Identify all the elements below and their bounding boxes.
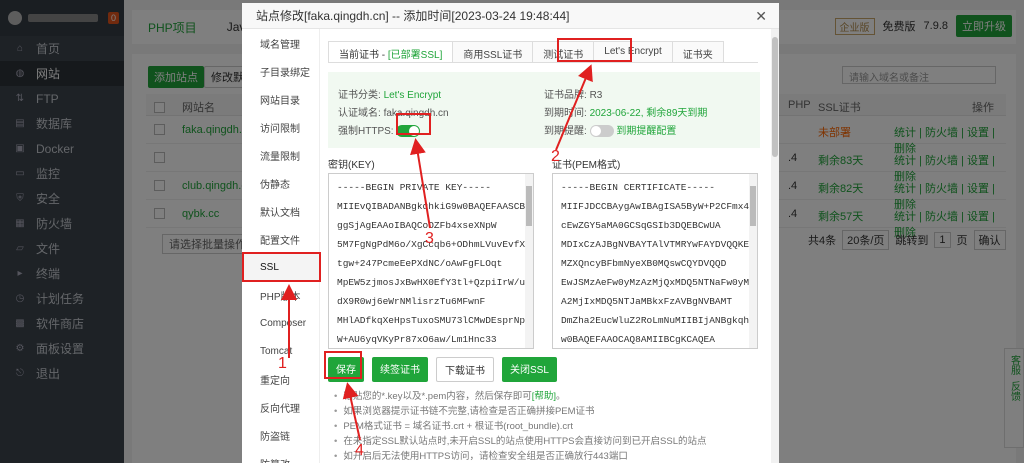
- annotation-box-save: [324, 351, 362, 379]
- modal-menu-item[interactable]: 域名管理: [242, 29, 319, 57]
- modal-menu-item[interactable]: 默认文档: [242, 197, 319, 225]
- cert-category-value: Let's Encrypt: [383, 90, 442, 101]
- help-link[interactable]: [帮助]: [532, 391, 556, 402]
- cert-brand: 证书品牌: R3: [544, 86, 602, 101]
- textarea-line: MZXQncyBFbmNyeXB0MQswCQYDVQQD: [561, 258, 727, 269]
- tip-item: 如果浏览器提示证书链不完整,请检查是否正确拼接PEM证书: [334, 404, 706, 419]
- annotation-number-1: 1: [278, 355, 287, 372]
- cert-expiry-label: 到期时间:: [544, 108, 587, 119]
- private-key-textarea[interactable]: -----BEGIN PRIVATE KEY----- MIIEvQIBADANB…: [328, 173, 534, 349]
- tip-text: 粘贴您的*.key以及*.pem内容，然后保存即可: [343, 391, 532, 402]
- textarea-line: DmZha2EucWluZ2RoLmNuMIIBIjANBgkqhkiG9: [561, 315, 758, 326]
- modal-menu-item[interactable]: 网站目录: [242, 85, 319, 113]
- cert-brand-label: 证书品牌:: [544, 90, 587, 101]
- textarea-line: -----BEGIN CERTIFICATE-----: [561, 182, 715, 193]
- modal-scrollbar-thumb[interactable]: [772, 37, 778, 157]
- modal-menu-item[interactable]: PHP版本: [242, 281, 319, 309]
- tip-item: 粘贴您的*.key以及*.pem内容，然后保存即可[帮助]。: [334, 389, 706, 404]
- modal-title: 站点修改[faka.qingdh.cn] -- 添加时间[2023-03-24 …: [242, 3, 779, 29]
- key-label: 密钥(KEY): [328, 160, 375, 171]
- cert-category-label: 证书分类:: [338, 90, 381, 101]
- tab-current-cert[interactable]: 当前证书 - [已部署SSL]: [328, 41, 454, 62]
- tab-commercial-ssl[interactable]: 商用SSL证书: [452, 41, 534, 62]
- expiry-remind-config-link[interactable]: 到期提醒配置: [616, 126, 676, 137]
- textarea-line: MIIEvQIBADANBgkqhkiG9w0BAQEFAASCBKcw: [337, 201, 534, 212]
- annotation-number-4: 4: [355, 442, 364, 459]
- modal-menu-item[interactable]: 子目录绑定: [242, 57, 319, 85]
- expiry-remind-label: 到期提醒:: [544, 126, 587, 137]
- textarea-line: W+AU6yqVKyPr87xO6aw/Lm1Hnc33: [337, 334, 497, 345]
- annotation-number-2: 2: [551, 148, 560, 165]
- annotation-box-ssl: [242, 252, 321, 282]
- tab-current-cert-label: 当前证书 -: [339, 50, 388, 61]
- close-ssl-button[interactable]: 关闭SSL: [502, 357, 557, 382]
- force-https-label: 强制HTTPS:: [338, 126, 394, 137]
- renew-cert-button[interactable]: 续签证书: [372, 357, 428, 382]
- textarea-line: w0BAQEFAAOCAQ8AMIIBCgKCAQEA: [561, 334, 715, 345]
- textarea-line: A2MjIxMDQ5NTJaMBkxFzAVBgNVBAMT: [561, 296, 733, 307]
- tab-current-cert-status: [已部署SSL]: [387, 50, 443, 61]
- download-cert-button[interactable]: 下载证书: [436, 357, 494, 382]
- modal-menu-item[interactable]: 防篡改: [242, 449, 319, 463]
- textarea-line: MpEW5zjmosJxBwHX0EfY3tl+QzpiIrW/u58Kvb: [337, 277, 534, 288]
- ssl-tips: 粘贴您的*.key以及*.pem内容，然后保存即可[帮助]。 如果浏览器提示证书…: [334, 389, 706, 463]
- textarea-line: cEwZGY5aMA0GCSqGSIb3DQEBCwUA: [561, 220, 721, 231]
- modal-menu-item[interactable]: 配置文件: [242, 225, 319, 253]
- modal-menu-item[interactable]: 反向代理: [242, 393, 319, 421]
- tip-item: PEM格式证书 = 域名证书.crt + 根证书(root_bundle).cr…: [334, 419, 706, 434]
- cert-domain-label: 认证域名:: [338, 108, 381, 119]
- textarea-line: dX9R0wj6eWrNMlisrzTu6MFwnF: [337, 296, 486, 307]
- expiry-remind-toggle[interactable]: [589, 125, 614, 138]
- modal-menu-item[interactable]: 防盗链: [242, 421, 319, 449]
- tip-item: 如开启后无法使用HTTPS访问，请检查安全组是否正确放行443端口: [334, 449, 706, 463]
- cert-brand-value: R3: [589, 90, 603, 101]
- cert-expiry-value: 2023-06-22, 剩余89天到期: [589, 108, 708, 119]
- cert-domain: 认证域名: faka.qingdh.cn: [338, 104, 449, 119]
- annotation-box-letsencrypt: [557, 38, 632, 62]
- annotation-number-3: 3: [425, 230, 434, 247]
- ssl-actions: 保存 续签证书 下载证书 关闭SSL: [328, 357, 557, 382]
- ssl-tabs: 当前证书 - [已部署SSL] 商用SSL证书 测试证书 Let's Encry…: [328, 41, 758, 63]
- textarea-line: EwJSMzAeFw0yMzAzMjQxMDQ5NTNaFw0yMz: [561, 277, 755, 288]
- modal-menu-item[interactable]: 访问限制: [242, 113, 319, 141]
- expiry-remind-row: 到期提醒: 到期提醒配置: [544, 122, 676, 138]
- textarea-line: MIIFJDCCBAygAwIBAgISA5ByW+P2CFmx41Ow: [561, 201, 758, 212]
- certificate-textarea[interactable]: -----BEGIN CERTIFICATE----- MIIFJDCCBAygA…: [552, 173, 758, 349]
- cert-category: 证书分类: Let's Encrypt: [338, 86, 441, 101]
- modal-menu-item[interactable]: 流量限制: [242, 141, 319, 169]
- textarea-line: -----BEGIN PRIVATE KEY-----: [337, 182, 491, 193]
- cert-info-panel: 证书分类: Let's Encrypt 证书品牌: R3 认证域名: faka.…: [328, 72, 760, 148]
- tab-cert-folder[interactable]: 证书夹: [671, 41, 724, 62]
- modal-side-menu: 域名管理 子目录绑定 网站目录 访问限制 流量限制 伪静态 默认文档 配置文件 SSL PHP版本…: [242, 29, 320, 463]
- cert-label: 证书(PEM格式): [552, 160, 621, 171]
- textarea-line: tgw+247PcmeEePXdNC/oAwFgFLOqt: [337, 258, 503, 269]
- toggle-knob: [590, 126, 601, 137]
- modal-scrollbar[interactable]: [771, 29, 779, 463]
- textarea-line: MDIxCzAJBgNVBAYTAlVTMRYwFAYDVQQKEw1: [561, 239, 758, 250]
- cert-expiry: 到期时间: 2023-06-22, 剩余89天到期: [544, 104, 707, 119]
- site-edit-modal: 站点修改[faka.qingdh.cn] -- 添加时间[2023-03-24 …: [242, 3, 779, 463]
- annotation-box-https-toggle: [396, 113, 431, 135]
- close-icon[interactable]: ✕: [755, 8, 767, 25]
- key-scrollbar[interactable]: [525, 174, 533, 348]
- textarea-line: MHlADfkqXeHpsTuxoSMU73lCMwDEsprNp9JF: [337, 315, 534, 326]
- modal-menu-item[interactable]: Composer: [242, 309, 319, 337]
- cert-scrollbar[interactable]: [749, 174, 757, 348]
- tip-suffix: 。: [556, 391, 566, 402]
- modal-menu-item[interactable]: 伪静态: [242, 169, 319, 197]
- tip-item: 在未指定SSL默认站点时,未开启SSL的站点使用HTTPS会直接访问到已开启SS…: [334, 434, 706, 449]
